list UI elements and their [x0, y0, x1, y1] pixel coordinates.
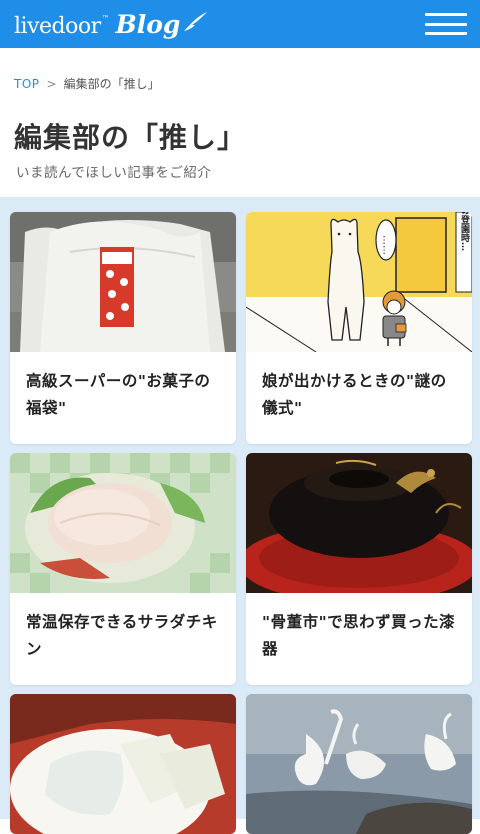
article-card-lacquerware[interactable]: "骨董市"で思わず買った漆器	[246, 453, 472, 685]
site-header: livedoor ™ Blog	[0, 0, 480, 48]
comic-bubble-text: ……	[381, 235, 392, 255]
breadcrumb-separator: >	[46, 76, 57, 91]
article-card-5[interactable]	[10, 694, 236, 834]
feather-icon	[184, 11, 208, 31]
article-card-salad-chicken[interactable]: 常温保存できるサラダチキン	[10, 453, 236, 685]
page-subtitle: いま読んでほしい記事をご紹介	[16, 165, 212, 181]
article-caption: "骨董市"で思わず買った漆器	[262, 613, 456, 658]
article-image-salad-chicken	[10, 453, 236, 593]
article-image-swans	[246, 694, 472, 834]
breadcrumb: TOP > 編集部の「推し」	[0, 56, 480, 92]
article-image-lacquerware	[246, 453, 472, 593]
article-image-sweets-bag	[10, 212, 236, 352]
article-caption: 高級スーパーの"お菓子の福袋"	[26, 372, 211, 417]
logo-livedoor-text: livedoor	[14, 13, 101, 39]
article-card-6[interactable]	[246, 694, 472, 834]
article-caption: 娘が出かけるときの"謎の儀式"	[262, 372, 447, 417]
article-card-sweets-bag[interactable]: 高級スーパーの"お菓子の福袋"	[10, 212, 236, 444]
breadcrumb-current: 編集部の「推し」	[63, 77, 160, 91]
page-title: 編集部の「推し」	[14, 121, 247, 154]
article-image-rice-cake	[10, 694, 236, 834]
hamburger-menu-icon[interactable]	[425, 13, 467, 35]
article-image-comic: 朝の登園時… ……	[246, 212, 472, 352]
comic-side-text: 朝の登園時…	[459, 212, 471, 251]
logo-blog-text: Blog	[115, 9, 181, 39]
logo-trademark: ™	[101, 13, 110, 23]
article-card-daughter-ritual[interactable]: 朝の登園時… …… 娘が出かけるときの"謎の儀式"	[246, 212, 472, 444]
article-caption: 常温保存できるサラダチキン	[26, 613, 218, 658]
livedoor-blog-logo[interactable]: livedoor ™ Blog	[14, 10, 208, 39]
breadcrumb-top-link[interactable]: TOP	[14, 77, 40, 91]
article-grid: 高級スーパーの"お菓子の福袋" 朝の登園時… …… 娘が出かけるときの"謎の儀式…	[0, 197, 480, 834]
